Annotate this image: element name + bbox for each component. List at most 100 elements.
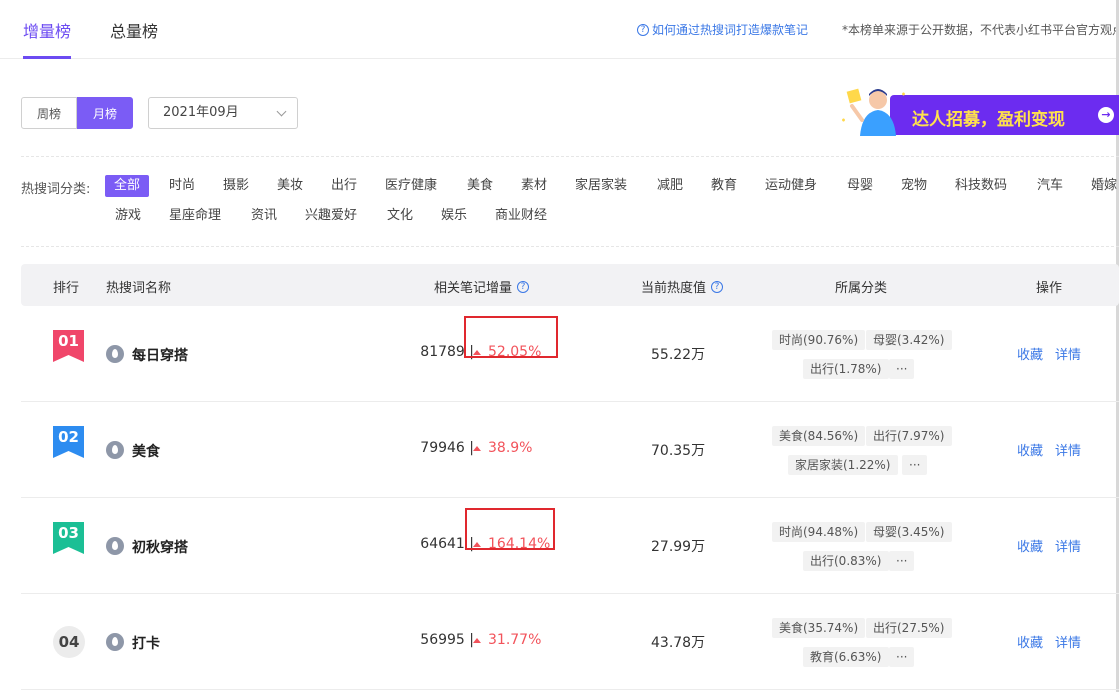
growth-value: 164.14% bbox=[488, 536, 551, 552]
category-chip[interactable]: 娱乐 bbox=[441, 205, 467, 227]
category-chip[interactable]: 美妆 bbox=[277, 175, 303, 197]
category-tag: 教育(6.63%) bbox=[803, 647, 889, 667]
period-toggle: 周榜 月榜 bbox=[21, 97, 133, 129]
more-tags-button[interactable]: ··· bbox=[889, 647, 915, 667]
tab-increment-ranking[interactable]: 增量榜 bbox=[23, 18, 71, 42]
heat-value: 27.99万 bbox=[651, 539, 706, 555]
detail-button[interactable]: 详情 bbox=[1055, 536, 1081, 555]
category-tag: 美食(35.74%) bbox=[772, 618, 866, 638]
header-category: 所属分类 bbox=[835, 281, 888, 296]
category-chip[interactable]: 全部 bbox=[105, 175, 150, 197]
category-chip[interactable]: 时尚 bbox=[169, 175, 195, 197]
category-chip[interactable]: 教育 bbox=[711, 175, 737, 197]
growth-rate: 38.9% bbox=[473, 440, 532, 456]
notes-count: 56995 | bbox=[420, 632, 474, 648]
rank-number: 01 bbox=[58, 332, 79, 350]
header-heat-label: 当前热度值 bbox=[641, 281, 707, 296]
category-tag: 出行(1.78%) bbox=[803, 359, 889, 379]
category-chip[interactable]: 游戏 bbox=[115, 205, 141, 227]
category-chip[interactable]: 美食 bbox=[467, 175, 493, 197]
category-chip[interactable]: 星座命理 bbox=[169, 205, 221, 227]
category-chip[interactable]: 商业财经 bbox=[495, 205, 547, 227]
category-chip[interactable]: 兴趣爱好 bbox=[305, 205, 357, 227]
flame-icon bbox=[106, 633, 124, 651]
arrow-right-icon: → bbox=[1098, 107, 1114, 123]
category-chip[interactable]: 减肥 bbox=[657, 175, 683, 197]
question-icon: ? bbox=[637, 23, 649, 36]
category-chip[interactable]: 资讯 bbox=[251, 205, 277, 227]
header-rank: 排行 bbox=[53, 281, 80, 296]
month-select[interactable]: 2021年09月 bbox=[148, 97, 298, 129]
table-row: 01 每日穿搭 81789 | 52.05% 55.22万 时尚(90.76%)… bbox=[21, 306, 1119, 402]
arrow-up-icon bbox=[473, 541, 481, 547]
category-chip[interactable]: 家居家装 bbox=[575, 175, 627, 197]
weekly-button[interactable]: 周榜 bbox=[21, 97, 77, 129]
detail-button[interactable]: 详情 bbox=[1055, 344, 1081, 363]
favorite-button[interactable]: 收藏 bbox=[1017, 632, 1043, 651]
help-link[interactable]: ? 如何通过热搜词打造爆款笔记 bbox=[637, 21, 808, 38]
rank-number: 02 bbox=[58, 428, 79, 446]
heat-value: 70.35万 bbox=[651, 443, 706, 459]
growth-rate: 52.05% bbox=[473, 344, 541, 360]
table-row: 02 美食 79946 | 38.9% 70.35万 美食(84.56%) 出行… bbox=[21, 402, 1119, 498]
divider bbox=[21, 156, 1119, 157]
month-select-value: 2021年09月 bbox=[163, 105, 239, 120]
category-tag: 出行(7.97%) bbox=[866, 426, 952, 446]
question-icon[interactable]: ? bbox=[711, 280, 724, 293]
keyword-name: 打卡 bbox=[132, 636, 160, 652]
category-chip[interactable]: 运动健身 bbox=[765, 175, 817, 197]
growth-value: 52.05% bbox=[488, 344, 542, 360]
category-chip[interactable]: 婚嫁 bbox=[1091, 175, 1119, 197]
notes-count: 79946 | bbox=[420, 440, 474, 456]
favorite-button[interactable]: 收藏 bbox=[1017, 344, 1043, 363]
top-bar: 增量榜 总量榜 ? 如何通过热搜词打造爆款笔记 *本榜单来源于公开数据，不代表小… bbox=[0, 0, 1119, 59]
category-tag: 母婴(3.42%) bbox=[866, 330, 952, 350]
category-tag: 时尚(94.48%) bbox=[772, 522, 866, 542]
more-tags-button[interactable]: ··· bbox=[889, 359, 915, 379]
favorite-button[interactable]: 收藏 bbox=[1017, 440, 1043, 459]
category-tag: 美食(84.56%) bbox=[772, 426, 866, 446]
category-chip[interactable]: 宠物 bbox=[901, 175, 927, 197]
category-chip[interactable]: 医疗健康 bbox=[385, 175, 437, 197]
category-chip[interactable]: 汽车 bbox=[1037, 175, 1063, 197]
growth-value: 31.77% bbox=[488, 632, 542, 648]
category-tag: 时尚(90.76%) bbox=[772, 330, 866, 350]
active-tab-indicator bbox=[23, 56, 71, 59]
arrow-up-icon bbox=[473, 445, 481, 451]
question-icon[interactable]: ? bbox=[517, 280, 530, 293]
favorite-button[interactable]: 收藏 bbox=[1017, 536, 1043, 555]
category-tag: 出行(0.83%) bbox=[803, 551, 889, 571]
growth-value: 38.9% bbox=[488, 440, 533, 456]
table-row: 03 初秋穿搭 64641 | 164.14% 27.99万 时尚(94.48%… bbox=[21, 498, 1119, 594]
arrow-up-icon bbox=[473, 349, 481, 355]
tab-total-ranking[interactable]: 总量榜 bbox=[110, 18, 158, 42]
flame-icon bbox=[106, 345, 124, 363]
growth-rate: 31.77% bbox=[473, 632, 541, 648]
keyword-name: 美食 bbox=[132, 444, 160, 460]
header-notes-growth: 相关笔记增量 ? bbox=[434, 277, 530, 296]
category-chip[interactable]: 文化 bbox=[387, 205, 413, 227]
more-tags-button[interactable]: ··· bbox=[889, 551, 915, 571]
detail-button[interactable]: 详情 bbox=[1055, 632, 1081, 651]
heat-value: 43.78万 bbox=[651, 635, 706, 651]
category-chip[interactable]: 母婴 bbox=[847, 175, 873, 197]
category-filter-label: 热搜词分类: bbox=[21, 182, 91, 197]
more-tags-button[interactable]: ··· bbox=[902, 455, 928, 475]
divider bbox=[21, 246, 1119, 247]
category-chip[interactable]: 出行 bbox=[331, 175, 357, 197]
flame-icon bbox=[106, 537, 124, 555]
header-action: 操作 bbox=[1036, 281, 1063, 296]
header-notes-growth-label: 相关笔记增量 bbox=[434, 281, 513, 296]
category-chip[interactable]: 摄影 bbox=[223, 175, 249, 197]
category-chip[interactable]: 素材 bbox=[521, 175, 547, 197]
disclaimer-text: *本榜单来源于公开数据，不代表小红书平台官方观点 bbox=[842, 23, 1119, 37]
person-illustration-icon bbox=[842, 88, 905, 136]
category-tag: 出行(27.5%) bbox=[866, 618, 952, 638]
category-chip[interactable]: 科技数码 bbox=[955, 175, 1007, 197]
detail-button[interactable]: 详情 bbox=[1055, 440, 1081, 459]
recruit-banner[interactable]: 达人招募，盈利变现 → bbox=[838, 80, 1119, 138]
header-keyword: 热搜词名称 bbox=[106, 281, 172, 296]
monthly-button[interactable]: 月榜 bbox=[77, 97, 133, 129]
flame-icon bbox=[106, 441, 124, 459]
category-tag: 母婴(3.45%) bbox=[866, 522, 952, 542]
